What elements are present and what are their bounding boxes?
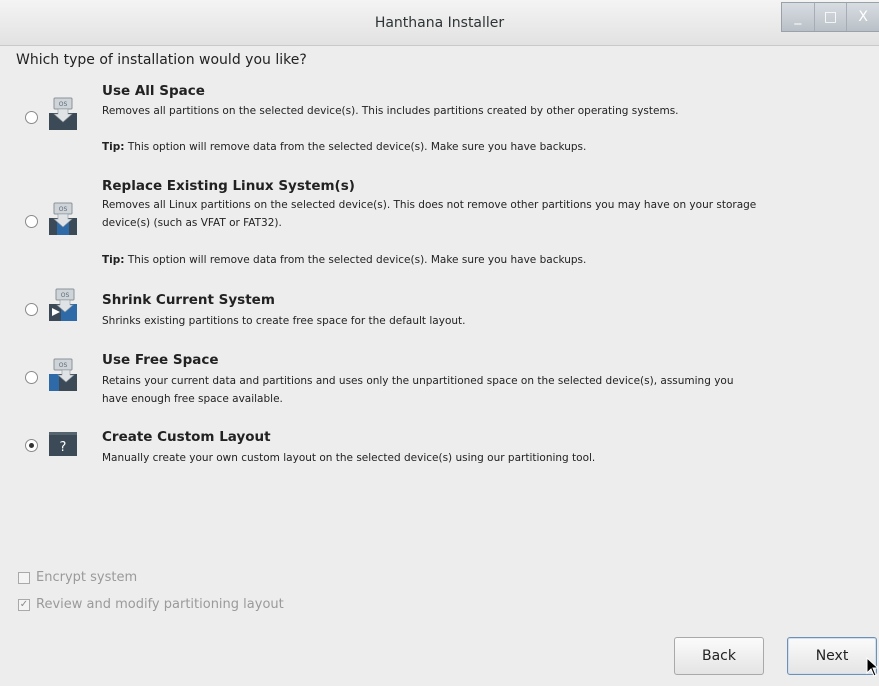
maximize-button[interactable]: □ <box>813 3 847 31</box>
tip-text: This option will remove data from the se… <box>124 141 587 153</box>
os-label: OS <box>59 101 68 108</box>
window-controls: _ □ X <box>781 2 879 32</box>
tip-label: Tip: <box>102 254 125 266</box>
review-layout-option[interactable]: ✓ Review and modify partitioning layout <box>18 597 284 612</box>
review-label: Review and modify partitioning layout <box>36 597 284 612</box>
option-tip: Tip: This option will remove data from t… <box>102 141 586 153</box>
option-title: Shrink Current System <box>102 292 275 308</box>
tip-label: Tip: <box>102 141 125 153</box>
option-description: Removes all partitions on the selected d… <box>102 105 679 117</box>
radio-create-custom[interactable] <box>25 439 38 452</box>
minimize-button[interactable]: _ <box>782 3 814 31</box>
os-disk-free-icon: OS <box>49 358 77 391</box>
question-disk-icon: ? <box>49 432 77 456</box>
option-title: Replace Existing Linux System(s) <box>102 178 355 194</box>
option-tip: Tip: This option will remove data from t… <box>102 254 586 266</box>
radio-use-free-space[interactable] <box>25 371 38 384</box>
radio-replace-linux[interactable] <box>25 215 38 228</box>
radio-shrink-current[interactable] <box>25 303 38 316</box>
option-description: Shrinks existing partitions to create fr… <box>102 315 466 327</box>
next-button[interactable]: Next <box>787 637 877 675</box>
review-checkbox[interactable]: ✓ <box>18 598 30 611</box>
os-label: OS <box>59 206 68 213</box>
option-description: Removes all Linux partitions on the sele… <box>102 199 757 229</box>
back-button[interactable]: Back <box>674 637 764 675</box>
os-disk-replace-icon: OS <box>49 202 77 235</box>
os-disk-all-icon: OS <box>49 97 77 130</box>
encrypt-system-option[interactable]: Encrypt system <box>18 570 137 585</box>
option-title: Create Custom Layout <box>102 429 271 445</box>
window-titlebar[interactable]: Hanthana Installer _ □ X <box>0 0 879 46</box>
mouse-cursor-icon <box>866 657 878 677</box>
page-question: Which type of installation would you lik… <box>16 52 307 68</box>
os-label: OS <box>61 292 70 299</box>
question-glyph: ? <box>60 440 67 455</box>
os-disk-shrink-icon: OS <box>49 288 77 321</box>
encrypt-label: Encrypt system <box>36 570 138 585</box>
encrypt-checkbox[interactable] <box>18 571 30 584</box>
option-title: Use Free Space <box>102 352 219 368</box>
option-description: Manually create your own custom layout o… <box>102 452 596 464</box>
radio-use-all-space[interactable] <box>25 111 38 124</box>
os-label: OS <box>59 362 68 369</box>
option-title: Use All Space <box>102 83 205 99</box>
option-description: Retains your current data and partitions… <box>102 375 734 405</box>
tip-text: This option will remove data from the se… <box>124 254 587 266</box>
close-button[interactable]: X <box>846 3 879 31</box>
window-title: Hanthana Installer <box>374 15 505 31</box>
